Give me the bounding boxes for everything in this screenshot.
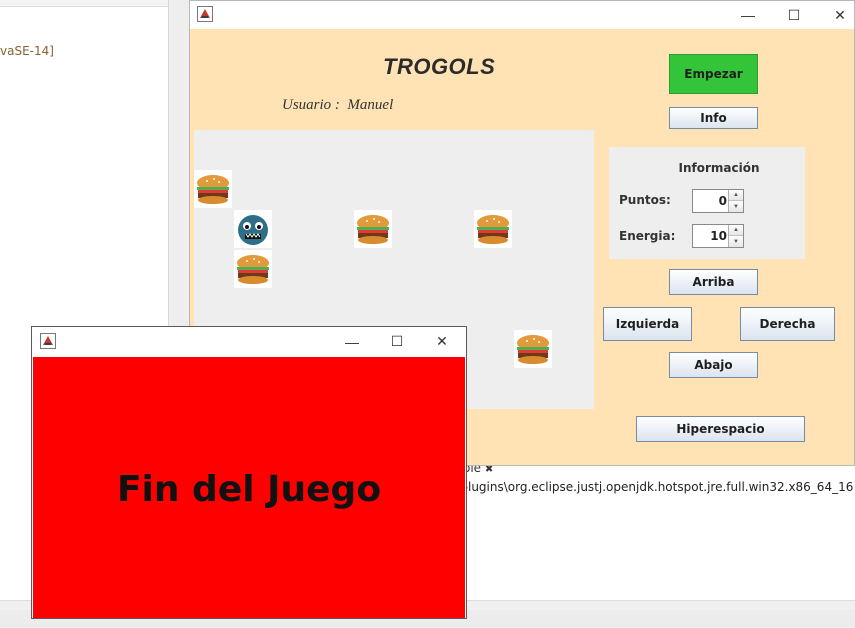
- abajo-button[interactable]: Abajo: [669, 352, 758, 378]
- energia-value[interactable]: 10: [710, 229, 727, 243]
- energia-label: Energia:: [619, 229, 676, 243]
- close-button[interactable]: ✕: [419, 327, 465, 356]
- java-icon: [197, 6, 213, 22]
- hamburger-icon: [514, 330, 552, 368]
- game-over-window: — ☐ ✕ Fin del Juego: [31, 326, 467, 619]
- arriba-button[interactable]: Arriba: [669, 269, 758, 295]
- page-title: TROGOLS: [383, 54, 496, 79]
- monster-icon: [234, 210, 272, 248]
- ide-tab-strip: [0, 0, 168, 7]
- ide-tree-item[interactable]: vaSE-14]: [0, 44, 54, 58]
- console-path-text: l\plugins\org.eclipse.justj.openjdk.hots…: [453, 480, 853, 494]
- puntos-value[interactable]: 0: [719, 194, 727, 208]
- puntos-spinner[interactable]: 0 ▲ ▼: [692, 189, 744, 213]
- hamburger-icon: [354, 210, 392, 248]
- energia-spinner[interactable]: 10 ▲ ▼: [692, 224, 744, 248]
- info-button[interactable]: Info: [669, 107, 758, 129]
- empezar-button[interactable]: Empezar: [669, 54, 758, 94]
- maximize-button[interactable]: ☐: [374, 327, 420, 356]
- game-over-message: Fin del Juego: [116, 469, 382, 510]
- spinner-up-icon[interactable]: ▲: [729, 225, 743, 236]
- info-panel: Información Puntos: 0 ▲ ▼ Energia: 10 ▲ …: [609, 147, 805, 259]
- game-over-titlebar[interactable]: — ☐ ✕: [32, 327, 466, 356]
- info-panel-title: Información: [678, 161, 760, 175]
- minimize-button[interactable]: —: [725, 1, 771, 29]
- minimize-button[interactable]: —: [329, 327, 375, 356]
- close-button[interactable]: ✕: [817, 1, 855, 29]
- game-over-panel: Fin del Juego: [33, 357, 465, 618]
- izquierda-button[interactable]: Izquierda: [603, 307, 692, 341]
- puntos-label: Puntos:: [619, 193, 671, 207]
- spinner-down-icon[interactable]: ▼: [729, 236, 743, 247]
- spinner-up-icon[interactable]: ▲: [729, 190, 743, 201]
- java-icon: [40, 333, 56, 349]
- hamburger-icon: [234, 250, 272, 288]
- usuario-label: Usuario : Manuel: [282, 97, 394, 113]
- hamburger-icon: [474, 210, 512, 248]
- spinner-arrows: ▲ ▼: [728, 190, 743, 212]
- hamburger-icon: [194, 170, 232, 208]
- spinner-arrows: ▲ ▼: [728, 225, 743, 247]
- derecha-button[interactable]: Derecha: [740, 307, 835, 341]
- main-titlebar[interactable]: — ☐ ✕: [190, 1, 854, 29]
- spinner-down-icon[interactable]: ▼: [729, 201, 743, 212]
- maximize-button[interactable]: ☐: [771, 1, 817, 29]
- hiperespacio-button[interactable]: Hiperespacio: [636, 416, 805, 442]
